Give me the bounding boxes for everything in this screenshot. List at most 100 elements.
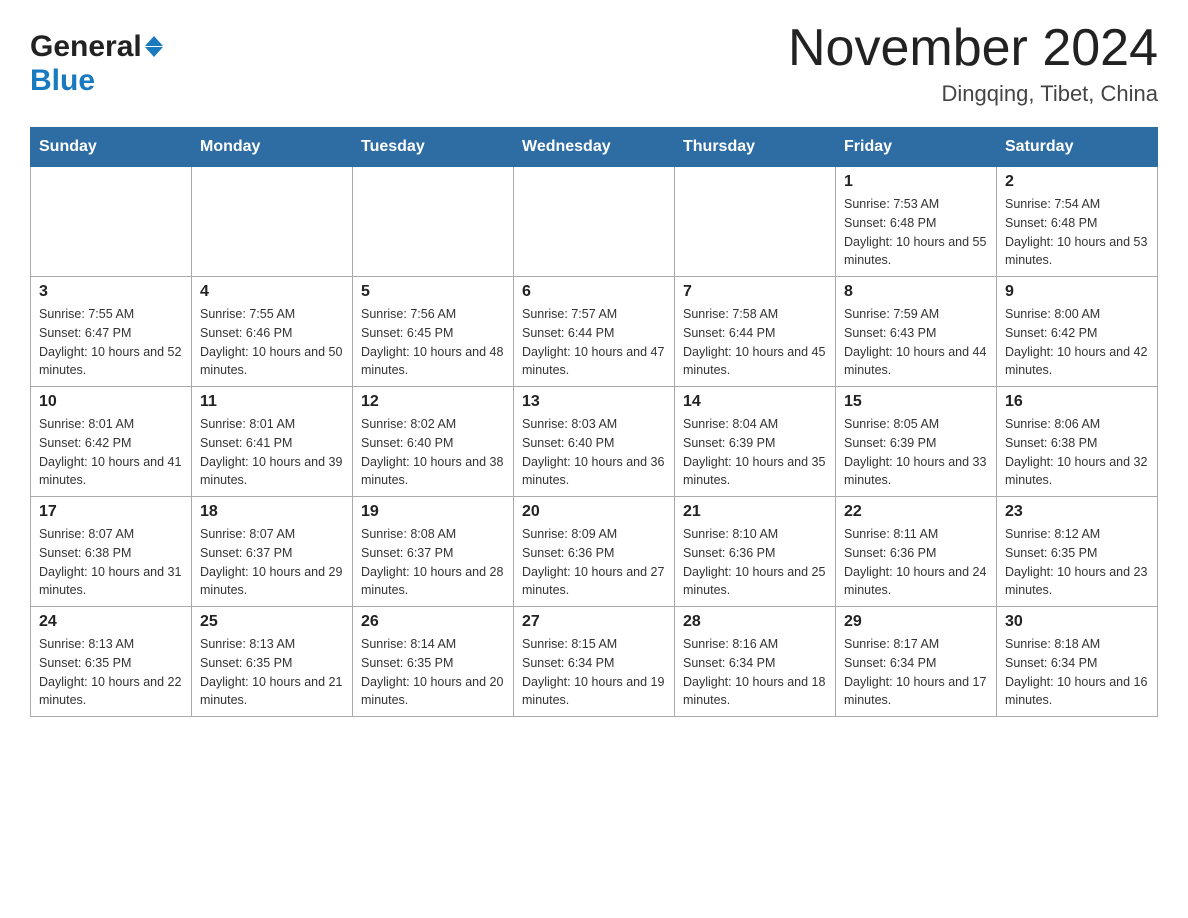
calendar-header-thursday: Thursday [675,128,836,167]
day-info: Sunrise: 8:08 AMSunset: 6:37 PMDaylight:… [361,525,505,600]
calendar-cell [514,167,675,277]
day-info: Sunrise: 8:03 AMSunset: 6:40 PMDaylight:… [522,415,666,490]
calendar-cell: 4 Sunrise: 7:55 AMSunset: 6:46 PMDaylight… [192,277,353,387]
day-number: 3 [39,283,183,301]
day-number: 27 [522,613,666,631]
day-number: 25 [200,613,344,631]
logo-general-text: General [30,30,142,64]
calendar-cell: 14 Sunrise: 8:04 AMSunset: 6:39 PMDayligh… [675,387,836,497]
day-number: 5 [361,283,505,301]
logo: General Blue [30,30,163,98]
day-info: Sunrise: 8:00 AMSunset: 6:42 PMDaylight:… [1005,305,1149,380]
day-number: 29 [844,613,988,631]
day-info: Sunrise: 8:18 AMSunset: 6:34 PMDaylight:… [1005,635,1149,710]
calendar-cell: 6Sunrise: 7:57 AMSunset: 6:44 PMDaylight… [514,277,675,387]
day-info: Sunrise: 8:09 AMSunset: 6:36 PMDaylight:… [522,525,666,600]
day-info: Sunrise: 8:05 AMSunset: 6:39 PMDaylight:… [844,415,988,490]
calendar-cell: 11 Sunrise: 8:01 AMSunset: 6:41 PMDayligh… [192,387,353,497]
day-number: 19 [361,503,505,521]
calendar-cell: 19 Sunrise: 8:08 AMSunset: 6:37 PMDayligh… [353,497,514,607]
calendar-week-1: 1 Sunrise: 7:53 AMSunset: 6:48 PMDaylight… [31,167,1158,277]
day-number: 16 [1005,393,1149,411]
calendar-week-3: 10 Sunrise: 8:01 AMSunset: 6:42 PMDayligh… [31,387,1158,497]
day-info: Sunrise: 8:13 AMSunset: 6:35 PMDaylight:… [200,635,344,710]
day-number: 12 [361,393,505,411]
day-info: Sunrise: 8:16 AMSunset: 6:34 PMDaylight:… [683,635,827,710]
calendar-cell: 21 Sunrise: 8:10 AMSunset: 6:36 PMDayligh… [675,497,836,607]
calendar-week-4: 17 Sunrise: 8:07 AMSunset: 6:38 PMDayligh… [31,497,1158,607]
logo-blue-text: Blue [30,64,95,98]
day-number: 7 [683,283,827,301]
day-info: Sunrise: 8:06 AMSunset: 6:38 PMDaylight:… [1005,415,1149,490]
day-number: 1 [844,173,988,191]
day-number: 10 [39,393,183,411]
calendar-cell: 26 Sunrise: 8:14 AMSunset: 6:35 PMDayligh… [353,607,514,717]
day-info: Sunrise: 8:01 AMSunset: 6:41 PMDaylight:… [200,415,344,490]
day-info: Sunrise: 8:04 AMSunset: 6:39 PMDaylight:… [683,415,827,490]
calendar-cell: 24Sunrise: 8:13 AMSunset: 6:35 PMDayligh… [31,607,192,717]
day-number: 20 [522,503,666,521]
day-info: Sunrise: 7:58 AMSunset: 6:44 PMDaylight:… [683,305,827,380]
day-number: 11 [200,393,344,411]
day-info: Sunrise: 8:07 AMSunset: 6:37 PMDaylight:… [200,525,344,600]
day-info: Sunrise: 8:17 AMSunset: 6:34 PMDaylight:… [844,635,988,710]
calendar-cell: 13 Sunrise: 8:03 AMSunset: 6:40 PMDayligh… [514,387,675,497]
day-info: Sunrise: 8:02 AMSunset: 6:40 PMDaylight:… [361,415,505,490]
day-info: Sunrise: 8:11 AMSunset: 6:36 PMDaylight:… [844,525,988,600]
day-info: Sunrise: 8:01 AMSunset: 6:42 PMDaylight:… [39,415,183,490]
logo-arrows-icon [145,36,163,57]
calendar-cell: 17 Sunrise: 8:07 AMSunset: 6:38 PMDayligh… [31,497,192,607]
calendar-week-2: 3Sunrise: 7:55 AMSunset: 6:47 PMDaylight… [31,277,1158,387]
day-info: Sunrise: 7:55 AMSunset: 6:46 PMDaylight:… [200,305,344,380]
calendar-cell: 23 Sunrise: 8:12 AMSunset: 6:35 PMDayligh… [997,497,1158,607]
day-number: 21 [683,503,827,521]
calendar-cell: 3Sunrise: 7:55 AMSunset: 6:47 PMDaylight… [31,277,192,387]
day-info: Sunrise: 8:14 AMSunset: 6:35 PMDaylight:… [361,635,505,710]
day-info: Sunrise: 7:56 AMSunset: 6:45 PMDaylight:… [361,305,505,380]
calendar-cell: 9 Sunrise: 8:00 AMSunset: 6:42 PMDaylight… [997,277,1158,387]
day-info: Sunrise: 7:57 AMSunset: 6:44 PMDaylight:… [522,305,666,380]
calendar-table: SundayMondayTuesdayWednesdayThursdayFrid… [30,127,1158,717]
day-number: 22 [844,503,988,521]
calendar-cell: 29 Sunrise: 8:17 AMSunset: 6:34 PMDayligh… [836,607,997,717]
day-info: Sunrise: 7:54 AMSunset: 6:48 PMDaylight:… [1005,195,1149,270]
day-number: 18 [200,503,344,521]
day-info: Sunrise: 8:15 AMSunset: 6:34 PMDaylight:… [522,635,666,710]
calendar-cell [675,167,836,277]
day-number: 15 [844,393,988,411]
calendar-cell [192,167,353,277]
calendar-header-wednesday: Wednesday [514,128,675,167]
day-number: 17 [39,503,183,521]
calendar-cell [31,167,192,277]
calendar-cell: 28 Sunrise: 8:16 AMSunset: 6:34 PMDayligh… [675,607,836,717]
calendar-cell: 7 Sunrise: 7:58 AMSunset: 6:44 PMDaylight… [675,277,836,387]
day-info: Sunrise: 8:13 AMSunset: 6:35 PMDaylight:… [39,635,183,710]
calendar-cell: 25 Sunrise: 8:13 AMSunset: 6:35 PMDayligh… [192,607,353,717]
title-area: November 2024 Dingqing, Tibet, China [788,20,1158,107]
calendar-cell: 22 Sunrise: 8:11 AMSunset: 6:36 PMDayligh… [836,497,997,607]
calendar-cell: 20 Sunrise: 8:09 AMSunset: 6:36 PMDayligh… [514,497,675,607]
calendar-cell: 12 Sunrise: 8:02 AMSunset: 6:40 PMDayligh… [353,387,514,497]
day-info: Sunrise: 7:53 AMSunset: 6:48 PMDaylight:… [844,195,988,270]
calendar-cell [353,167,514,277]
calendar-header-friday: Friday [836,128,997,167]
calendar-header-row: SundayMondayTuesdayWednesdayThursdayFrid… [31,128,1158,167]
calendar-cell: 30Sunrise: 8:18 AMSunset: 6:34 PMDayligh… [997,607,1158,717]
day-number: 13 [522,393,666,411]
calendar-cell: 2 Sunrise: 7:54 AMSunset: 6:48 PMDaylight… [997,167,1158,277]
day-number: 26 [361,613,505,631]
day-number: 4 [200,283,344,301]
day-info: Sunrise: 7:59 AMSunset: 6:43 PMDaylight:… [844,305,988,380]
day-info: Sunrise: 8:10 AMSunset: 6:36 PMDaylight:… [683,525,827,600]
day-number: 8 [844,283,988,301]
day-number: 28 [683,613,827,631]
day-info: Sunrise: 8:07 AMSunset: 6:38 PMDaylight:… [39,525,183,600]
calendar-header-monday: Monday [192,128,353,167]
calendar-header-tuesday: Tuesday [353,128,514,167]
day-number: 14 [683,393,827,411]
day-number: 23 [1005,503,1149,521]
day-number: 2 [1005,173,1149,191]
calendar-cell: 10 Sunrise: 8:01 AMSunset: 6:42 PMDayligh… [31,387,192,497]
day-number: 9 [1005,283,1149,301]
day-info: Sunrise: 8:12 AMSunset: 6:35 PMDaylight:… [1005,525,1149,600]
